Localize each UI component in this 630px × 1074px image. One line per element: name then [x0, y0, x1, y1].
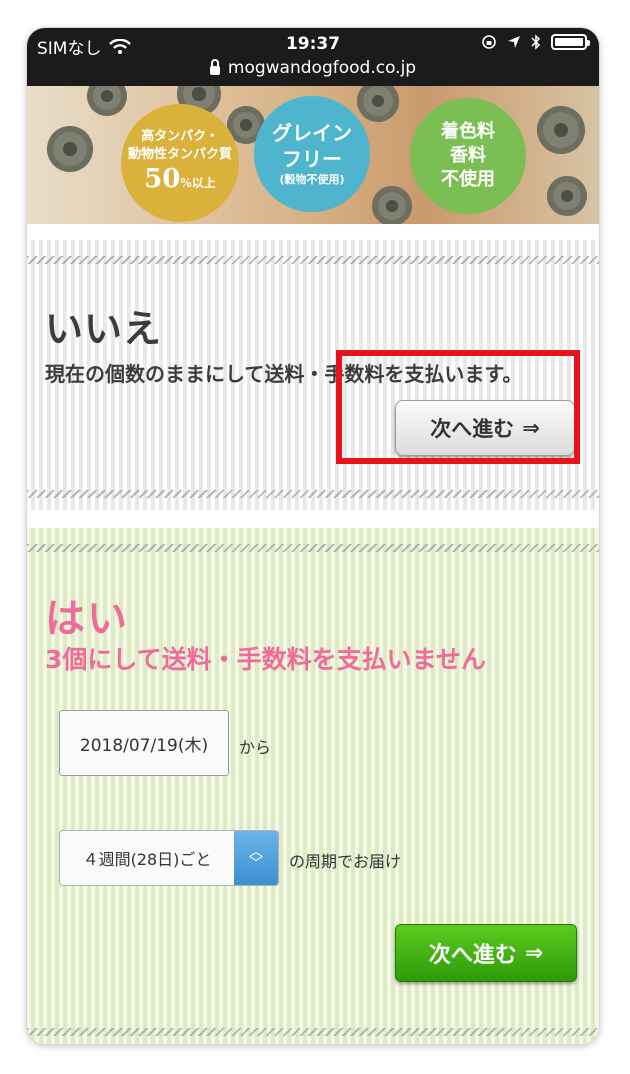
badge-text: グレイン	[272, 121, 352, 145]
highlight-annotation	[336, 350, 580, 464]
button-label: 次へ進む	[428, 943, 517, 968]
badge-no-additives: 着色料 香料 不使用	[410, 98, 526, 214]
chevron-updown-icon: ︿ ﹀	[234, 831, 278, 885]
badge-text: 不使用	[441, 169, 495, 190]
percent-suffix: %以上	[180, 176, 216, 190]
yes-option-subtitle: 3個にして送料・手数料を支払いません	[45, 645, 486, 674]
status-icons	[481, 34, 590, 50]
badge-text: (穀物不使用)	[279, 173, 345, 186]
yes-option-panel: はい 3個にして送料・手数料を支払いません 2018/07/19(木) から ４…	[27, 528, 599, 1044]
date-suffix-label: から	[239, 738, 272, 757]
address-bar[interactable]: mogwandogfood.co.jp	[27, 58, 599, 78]
battery-icon	[551, 34, 590, 50]
orientation-lock-icon	[482, 35, 496, 49]
url-text: mogwandogfood.co.jp	[227, 58, 417, 78]
badge-grain-free: グレイン フリー (穀物不使用)	[254, 96, 370, 212]
phone-screen: SIMなし 19:37 mogwandogfood.co.jp 高タンパク・ 動…	[27, 28, 599, 1044]
interval-suffix-label: の周期でお届け	[289, 852, 402, 871]
bluetooth-icon	[531, 34, 541, 50]
location-icon	[508, 36, 520, 48]
divider	[27, 544, 599, 552]
badge-text: 着色料	[441, 121, 495, 142]
badge-percent: 50%以上	[144, 164, 216, 198]
percent-value: 50	[144, 164, 181, 194]
start-date-field[interactable]: 2018/07/19(木)	[59, 710, 229, 776]
kibble-image	[87, 86, 127, 116]
badge-text: 高タンパク・	[141, 129, 219, 144]
badge-text: フリー	[282, 147, 342, 171]
kibble-image	[372, 186, 412, 224]
divider	[27, 490, 599, 498]
kibble-image	[47, 126, 93, 172]
arrow-right-icon: ⇒	[524, 940, 544, 966]
divider	[27, 256, 599, 264]
no-option-title: いいえ	[45, 307, 163, 351]
kibble-image	[537, 106, 585, 154]
yes-next-button[interactable]: 次へ進む ⇒	[395, 924, 577, 982]
kibble-image	[357, 86, 399, 122]
delivery-interval-select[interactable]: ４週間(28日)ごと ︿ ﹀	[59, 830, 279, 886]
kibble-image	[547, 176, 587, 216]
status-bar: SIMなし 19:37 mogwandogfood.co.jp	[27, 28, 599, 86]
yes-option-title: はい	[45, 596, 129, 642]
product-banner: 高タンパク・ 動物性タンパク質 50%以上 グレイン フリー (穀物不使用) 着…	[27, 86, 599, 224]
lock-icon	[209, 58, 220, 75]
badge-text: 香料	[450, 145, 486, 166]
badge-text: 動物性タンパク質	[127, 147, 232, 162]
date-value: 2018/07/19(木)	[79, 735, 209, 756]
divider	[27, 1028, 599, 1036]
badge-high-protein: 高タンパク・ 動物性タンパク質 50%以上	[121, 104, 239, 222]
interval-value: ４週間(28日)ごと	[82, 850, 212, 869]
